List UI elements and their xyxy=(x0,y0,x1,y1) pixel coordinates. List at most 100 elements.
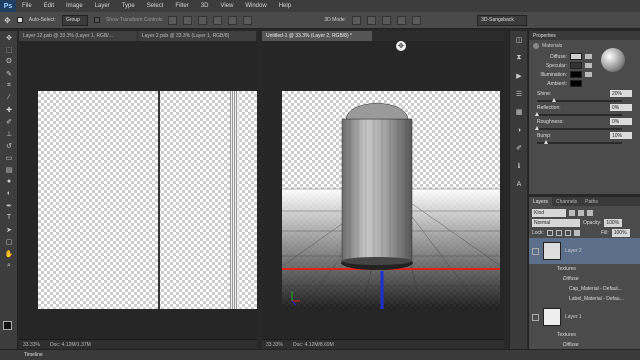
menu-3d[interactable]: 3D xyxy=(195,3,215,9)
type-tool-icon[interactable]: T xyxy=(3,212,15,223)
3d-panel-icon[interactable]: ◫ xyxy=(513,34,525,46)
align-top-icon[interactable] xyxy=(168,15,178,25)
tab-untitled[interactable]: Untitled-1 @ 33.3% (Layer 2, RGB/8) * xyxy=(262,31,372,41)
dodge-tool-icon[interactable]: ◐ xyxy=(3,188,15,199)
diffuse-swatch[interactable] xyxy=(570,53,582,60)
roughness-value[interactable]: 0% xyxy=(610,118,632,125)
roughness-slider[interactable]: Roughness: 0% xyxy=(529,116,640,130)
align-left-icon[interactable] xyxy=(213,15,223,25)
show-transform-checkbox[interactable] xyxy=(93,17,100,23)
gradient-tool-icon[interactable]: ▤ xyxy=(3,164,15,175)
texture-cap-row[interactable]: Cap_Material - Defaul... xyxy=(529,284,640,294)
brush-tool-icon[interactable]: ✐ xyxy=(3,116,15,127)
menu-type[interactable]: Type xyxy=(116,3,141,9)
menu-image[interactable]: Image xyxy=(60,3,89,9)
zoom-level[interactable]: 33.33% xyxy=(23,342,40,348)
textures-row-2[interactable]: Textures xyxy=(529,330,640,340)
eraser-tool-icon[interactable]: ▭ xyxy=(3,152,15,163)
auto-select-dropdown[interactable]: Group xyxy=(61,14,88,26)
layer-row-layer1[interactable]: Layer 1 xyxy=(529,304,640,330)
workspace-dropdown[interactable]: 3D-Sangsback xyxy=(477,14,528,26)
roughness-knob[interactable] xyxy=(535,126,539,130)
swatches-panel-icon[interactable]: ▦ xyxy=(513,106,525,118)
history-brush-icon[interactable]: ↺ xyxy=(3,140,15,151)
reflection-knob[interactable] xyxy=(535,112,539,116)
character-panel-icon[interactable]: A xyxy=(513,178,525,190)
3d-widget-icon[interactable]: ✥ xyxy=(396,41,406,51)
align-bottom-icon[interactable] xyxy=(198,15,208,25)
menu-file[interactable]: File xyxy=(16,3,38,9)
zoom-level[interactable]: 33.33% xyxy=(266,342,283,348)
visibility-eye-icon[interactable] xyxy=(532,247,539,255)
visibility-eye-icon[interactable] xyxy=(532,313,539,321)
menu-help[interactable]: Help xyxy=(273,3,297,9)
adjustments-panel-icon[interactable]: ◑ xyxy=(513,124,525,136)
can-body[interactable] xyxy=(341,118,413,262)
foreground-color-swatch[interactable] xyxy=(3,321,12,330)
texture-label-row[interactable]: Label_Material - Defau... xyxy=(529,294,640,304)
3d-roll-icon[interactable] xyxy=(367,15,377,25)
canvas-3d[interactable] xyxy=(282,91,500,309)
info-panel-icon[interactable]: ℹ xyxy=(513,160,525,172)
align-center-icon[interactable] xyxy=(228,15,238,25)
lasso-tool-icon[interactable]: ʘ xyxy=(3,56,15,67)
canvas-left[interactable] xyxy=(38,91,257,309)
healing-tool-icon[interactable]: ✚ xyxy=(3,104,15,115)
bump-slider[interactable]: Bump: 10% xyxy=(529,130,640,144)
filter-pixel-icon[interactable] xyxy=(569,210,575,216)
layer-filter-dropdown[interactable]: Kind xyxy=(532,209,566,217)
bump-knob[interactable] xyxy=(543,140,548,144)
tab-paths[interactable]: Paths xyxy=(581,197,602,206)
3d-rotate-icon[interactable] xyxy=(352,15,362,25)
move-tool-icon[interactable]: ✥ xyxy=(4,16,11,25)
history-panel-icon[interactable]: ⧗ xyxy=(513,52,525,64)
blend-mode-dropdown[interactable]: Normal xyxy=(532,219,580,227)
shape-tool-icon[interactable]: ▢ xyxy=(3,236,15,247)
illumination-swatch[interactable] xyxy=(570,71,582,78)
textures-row[interactable]: Textures xyxy=(529,264,640,274)
path-select-tool-icon[interactable]: ➤ xyxy=(3,224,15,235)
tab-layer12[interactable]: Layer 12.psb @ 33.3% (Layer 1, RGB/... xyxy=(19,31,137,41)
3d-drag-icon[interactable] xyxy=(382,15,392,25)
hand-tool-icon[interactable]: ✋ xyxy=(3,248,15,259)
lock-all-icon[interactable] xyxy=(573,230,580,236)
shine-value[interactable]: 20% xyxy=(610,90,632,97)
properties-panel-icon[interactable]: ☰ xyxy=(513,88,525,100)
opacity-value[interactable]: 100% xyxy=(604,219,623,227)
tab-layers[interactable]: Layers xyxy=(529,197,553,206)
reflection-slider[interactable]: Reflection: 0% xyxy=(529,102,640,116)
blur-tool-icon[interactable]: ● xyxy=(3,176,15,187)
marquee-tool-icon[interactable]: ⬚ xyxy=(3,44,15,55)
brush-panel-icon[interactable]: ✐ xyxy=(513,142,525,154)
illumination-folder-icon[interactable] xyxy=(585,72,592,77)
move-tool-icon[interactable]: ✥ xyxy=(3,32,15,43)
diffuse-folder-icon[interactable] xyxy=(585,54,592,59)
lock-transparency-icon[interactable] xyxy=(546,230,553,236)
menu-select[interactable]: Select xyxy=(141,3,170,9)
zoom-tool-icon[interactable]: ⌕ xyxy=(3,260,15,271)
ambient-swatch[interactable] xyxy=(570,80,582,87)
specular-swatch[interactable] xyxy=(570,62,582,69)
lock-pixels-icon[interactable] xyxy=(555,230,562,236)
pen-tool-icon[interactable]: ✒ xyxy=(3,200,15,211)
eyedropper-tool-icon[interactable]: ⁄ xyxy=(3,92,15,103)
lock-position-icon[interactable] xyxy=(564,230,571,236)
shine-slider[interactable]: Shine: 20% xyxy=(529,88,640,102)
align-right-icon[interactable] xyxy=(243,15,253,25)
timeline-bar[interactable]: Timeline xyxy=(0,349,640,360)
menu-filter[interactable]: Filter xyxy=(169,3,194,9)
fill-value[interactable]: 100% xyxy=(611,229,630,237)
menu-edit[interactable]: Edit xyxy=(38,3,60,9)
layer2-name[interactable]: Layer 2 xyxy=(565,248,582,254)
specular-folder-icon[interactable] xyxy=(585,63,592,68)
quick-select-tool-icon[interactable]: ✎ xyxy=(3,68,15,79)
menu-window[interactable]: Window xyxy=(239,3,272,9)
reflection-value[interactable]: 0% xyxy=(610,104,632,111)
layer-row-layer2[interactable]: Layer 2 xyxy=(529,238,640,264)
3d-slide-icon[interactable] xyxy=(397,15,407,25)
bump-value[interactable]: 10% xyxy=(610,132,632,139)
3d-scale-icon[interactable] xyxy=(412,15,422,25)
auto-select-checkbox[interactable] xyxy=(16,17,23,23)
material-preview-sphere[interactable] xyxy=(601,48,625,72)
menu-layer[interactable]: Layer xyxy=(89,3,116,9)
